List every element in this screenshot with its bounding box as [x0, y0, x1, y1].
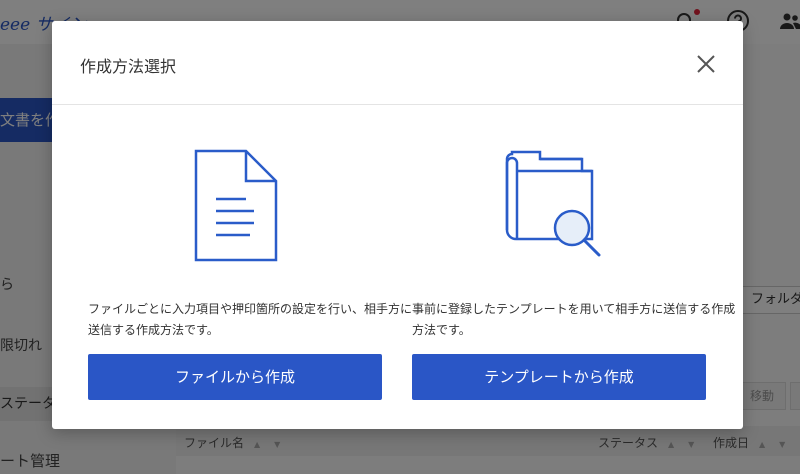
- close-icon[interactable]: [694, 52, 718, 76]
- create-from-file-button[interactable]: ファイルから作成: [88, 354, 382, 400]
- create-from-template-button[interactable]: テンプレートから作成: [412, 354, 706, 400]
- document-icon: [194, 149, 278, 262]
- modal-title: 作成方法選択: [80, 57, 177, 76]
- option-from-file: ファイルごとに入力項目や押印箇所の設定を行い、相手方に送信する作成方法です。 フ…: [88, 105, 418, 429]
- folder-search-icon: [505, 150, 601, 257]
- modal-header: 作成方法選択: [52, 21, 743, 105]
- option-from-template: 事前に登録したテンプレートを用いて相手方に送信する作成方法です。 テンプレートか…: [412, 105, 742, 429]
- option-from-file-description: ファイルごとに入力項目や押印箇所の設定を行い、相手方に送信する作成方法です。: [88, 302, 413, 337]
- creation-method-modal: 作成方法選択 ファイルごとに入力項目や押印箇所の設定を行い、相手方に送信する作成…: [52, 21, 743, 429]
- option-from-template-description: 事前に登録したテンプレートを用いて相手方に送信する作成方法です。: [412, 302, 736, 337]
